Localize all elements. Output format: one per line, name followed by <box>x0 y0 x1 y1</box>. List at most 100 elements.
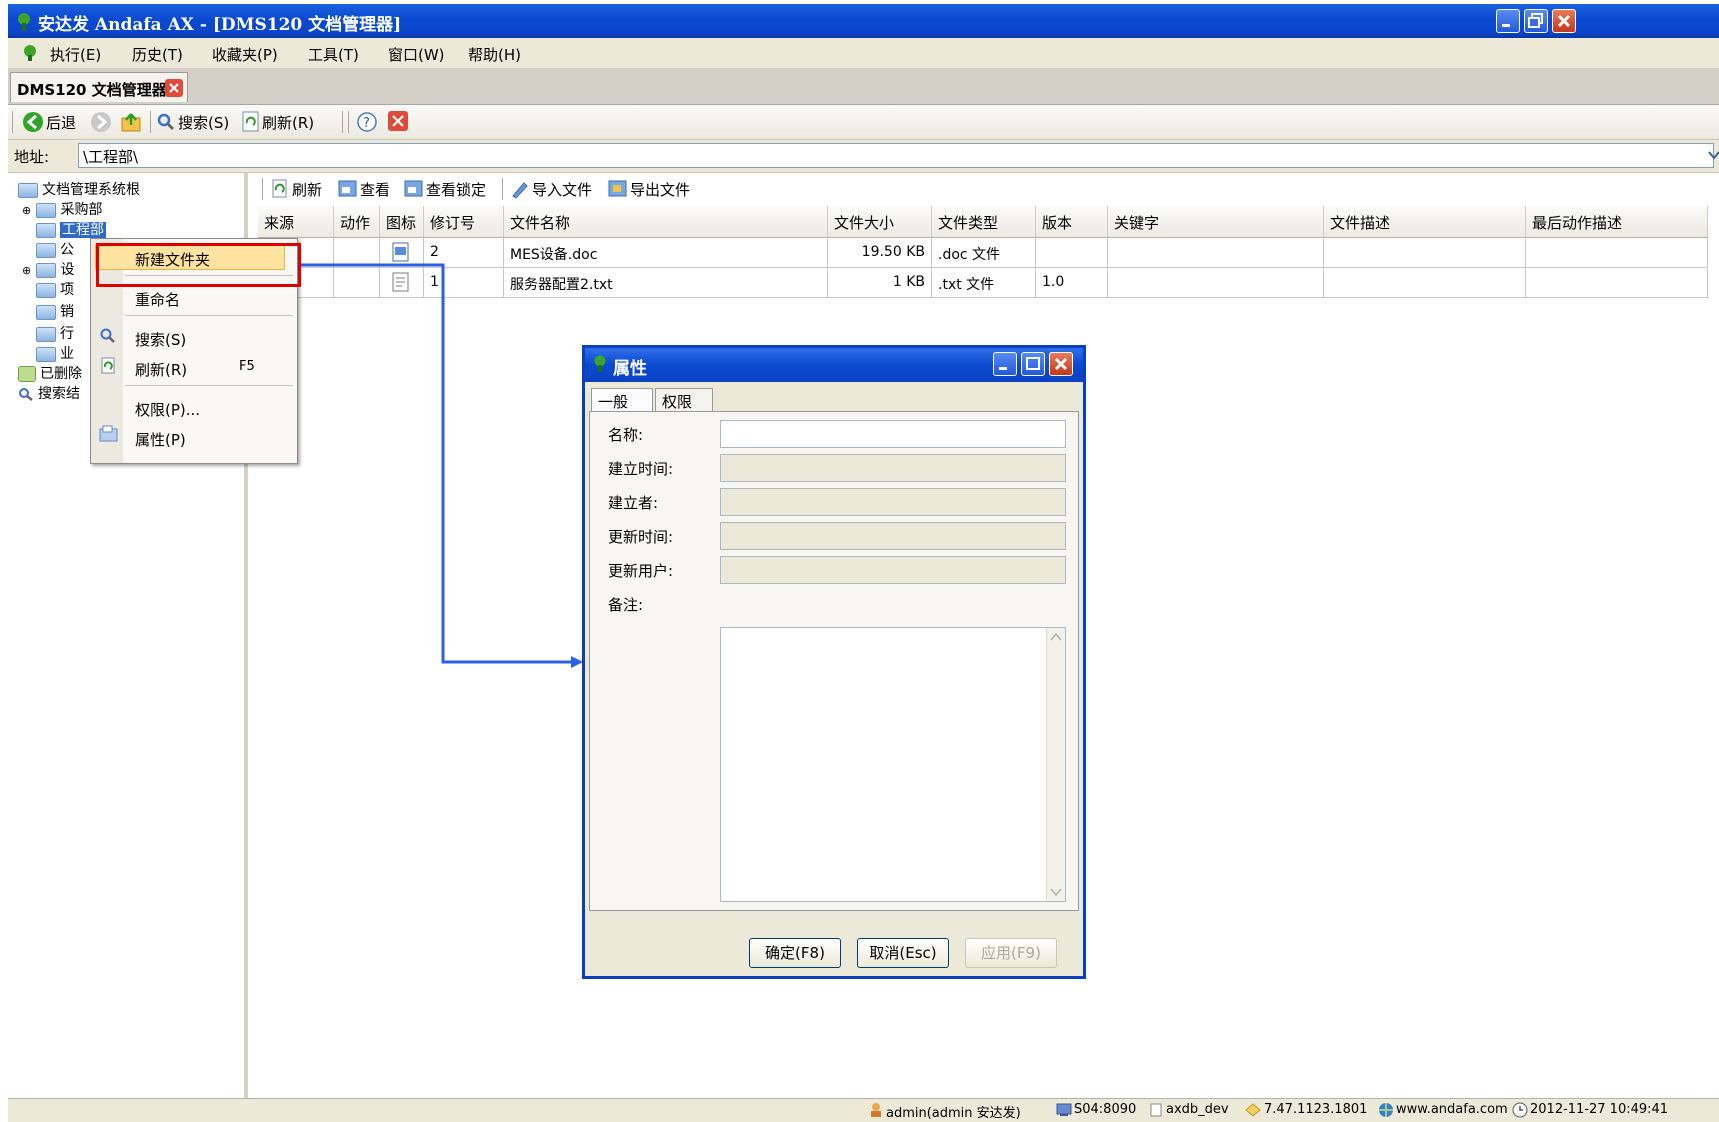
column-header[interactable]: 文件描述 <box>1324 206 1526 238</box>
menu-window[interactable]: 窗口(W) <box>388 44 445 65</box>
file-view-locked-button[interactable]: 查看锁定 <box>426 179 486 200</box>
column-header[interactable]: 动作 <box>334 206 380 238</box>
search-button[interactable]: 搜索(S) <box>178 112 229 133</box>
menu-item-refresh[interactable]: 刷新(R) <box>135 359 187 380</box>
column-header[interactable]: 关键字 <box>1108 206 1324 238</box>
back-button[interactable]: 后退 <box>46 112 76 133</box>
dialog-minimize-button[interactable] <box>993 352 1017 376</box>
column-header[interactable]: 文件名称 <box>504 206 828 238</box>
expand-icon[interactable]: ⊕ <box>22 264 32 277</box>
version-icon <box>1244 1102 1262 1118</box>
remarks-label: 备注: <box>608 596 644 614</box>
menu-separator <box>125 315 293 316</box>
import-file-button[interactable]: 导入文件 <box>532 179 592 200</box>
file-refresh-button[interactable]: 刷新 <box>292 179 322 200</box>
column-header[interactable]: 版本 <box>1036 206 1108 238</box>
help-icon[interactable]: ? <box>356 111 378 133</box>
menu-favorites[interactable]: 收藏夹(P) <box>212 44 278 65</box>
tree-item-search[interactable]: 搜索结 <box>18 383 80 403</box>
database-icon <box>1150 1103 1162 1117</box>
main-toolbar: 后退 搜索(S) 刷新(R) ? <box>8 105 1719 140</box>
column-header[interactable]: 最后动作描述 <box>1526 206 1708 238</box>
column-header[interactable]: 修订号 <box>424 206 504 238</box>
version-cell <box>1036 238 1108 268</box>
remarks-textarea[interactable] <box>720 627 1066 902</box>
properties-icon <box>99 425 119 443</box>
keyword-cell <box>1108 268 1324 298</box>
column-header[interactable]: 文件大小 <box>828 206 932 238</box>
menu-history[interactable]: 历史(T) <box>132 44 183 65</box>
refresh-button[interactable]: 刷新(R) <box>262 112 314 133</box>
tree-item[interactable]: 公 <box>36 239 74 259</box>
chevron-down-icon[interactable] <box>1708 150 1719 160</box>
forward-arrow-icon[interactable] <box>90 111 112 133</box>
menu-help[interactable]: 帮助(H) <box>468 44 521 65</box>
search-icon[interactable] <box>156 112 176 132</box>
column-header[interactable]: 图标 <box>380 206 424 238</box>
created-time-field <box>720 454 1066 482</box>
back-arrow-icon[interactable] <box>22 111 44 133</box>
minimize-button[interactable] <box>1496 9 1520 33</box>
close-button[interactable] <box>1552 9 1576 33</box>
dialog-general-panel: 名称: 建立时间: 建立者: 更新时间: 更新用户: 备注: <box>589 411 1079 911</box>
app-logo-icon <box>16 12 32 32</box>
tree-item[interactable]: 行 <box>36 323 74 343</box>
tab-dms120[interactable]: DMS120 文档管理器 <box>10 72 188 102</box>
refresh-icon[interactable] <box>272 179 288 199</box>
updated-time-label: 更新时间: <box>608 528 674 546</box>
toolbar-grip <box>262 178 263 200</box>
server-icon <box>1056 1103 1072 1117</box>
tree-item-deleted[interactable]: 已删除 <box>18 363 82 383</box>
chevron-down-icon[interactable] <box>1050 887 1062 897</box>
remarks-scrollbar[interactable] <box>1046 628 1065 901</box>
menu-item-properties[interactable]: 属性(P) <box>135 429 186 450</box>
tab-general[interactable]: 一般 <box>591 388 653 412</box>
dialog-maximize-button[interactable] <box>1021 352 1045 376</box>
menu-tools[interactable]: 工具(T) <box>308 44 359 65</box>
chevron-up-icon[interactable] <box>1050 632 1062 642</box>
restore-button[interactable] <box>1524 9 1548 33</box>
view-icon[interactable] <box>338 179 358 199</box>
folder-icon <box>36 304 56 320</box>
menu-item-permissions[interactable]: 权限(P)... <box>135 399 200 420</box>
tree-item[interactable]: 业 <box>36 343 74 363</box>
dialog-close-button[interactable] <box>1049 352 1073 376</box>
dialog-title-bar[interactable]: 属性 <box>585 348 1083 382</box>
file-toolbar: 刷新 查看 查看锁定 导入文件 导出文件 <box>252 173 1719 205</box>
menu-item-rename[interactable]: 重命名 <box>135 289 180 310</box>
apply-button[interactable]: 应用(F9) <box>965 938 1057 968</box>
tree-item[interactable]: 销 <box>36 301 74 321</box>
refresh-icon[interactable] <box>242 111 260 133</box>
column-header[interactable]: 文件类型 <box>932 206 1036 238</box>
up-folder-icon[interactable] <box>120 111 142 133</box>
import-file-icon[interactable] <box>510 179 530 199</box>
ok-button[interactable]: 确定(F8) <box>749 938 841 968</box>
export-file-button[interactable]: 导出文件 <box>630 179 690 200</box>
address-input[interactable]: \工程部\ <box>78 143 1714 168</box>
close-document-icon[interactable] <box>388 111 408 131</box>
tab-close-icon[interactable] <box>165 79 183 97</box>
folder-icon <box>36 242 56 258</box>
name-field[interactable] <box>720 420 1066 448</box>
expand-icon[interactable]: ⊕ <box>22 204 32 217</box>
file-view-button[interactable]: 查看 <box>360 179 390 200</box>
status-bar: admin(admin 安达发) S04:8090 axdb_dev 7.47.… <box>8 1098 1719 1122</box>
creator-label: 建立者: <box>608 494 659 512</box>
cancel-button[interactable]: 取消(Esc) <box>857 938 949 968</box>
view-locked-icon[interactable] <box>404 179 424 199</box>
tree-root[interactable]: 文档管理系统根 <box>18 179 140 199</box>
updated-user-label: 更新用户: <box>608 562 674 580</box>
tree-item-purchasing[interactable]: ⊕ 采购部 <box>22 199 102 219</box>
folder-icon <box>36 282 56 298</box>
tree-item[interactable]: 项 <box>36 279 74 299</box>
window-title-bar[interactable]: 安达发 Andafa AX - [DMS120 文档管理器] <box>8 4 1719 38</box>
tab-permissions[interactable]: 权限 <box>655 388 713 412</box>
export-file-icon[interactable] <box>608 179 628 199</box>
menu-execute[interactable]: 执行(E) <box>50 44 101 65</box>
tree-item-engineering[interactable]: 工程部 <box>36 219 106 239</box>
menu-item-search[interactable]: 搜索(S) <box>135 329 186 350</box>
tab-label: DMS120 文档管理器 <box>17 81 167 99</box>
filesize-cell: 1 KB <box>828 268 932 298</box>
column-header[interactable]: 来源 <box>258 206 334 238</box>
tree-item[interactable]: ⊕ 设 <box>22 259 74 279</box>
